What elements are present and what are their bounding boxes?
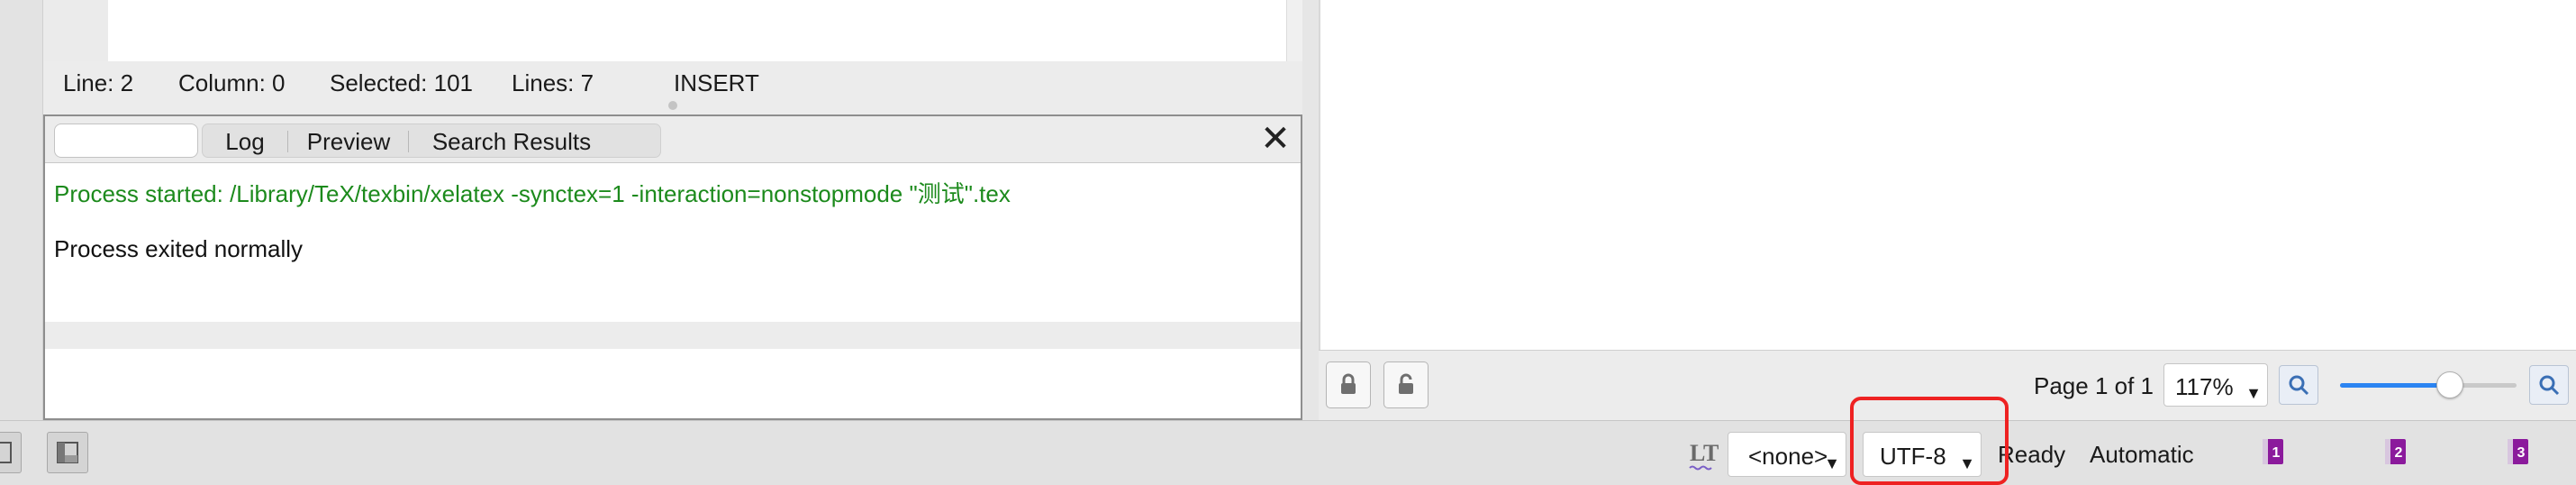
log-process-started: Process started: /Library/TeX/texbin/xel… bbox=[54, 180, 1011, 207]
pdf-preview-area[interactable] bbox=[1319, 0, 2576, 350]
preview-toolbar: Page 1 of 1 117% ▼ bbox=[1319, 350, 2576, 420]
zoom-in-icon bbox=[2539, 375, 2560, 396]
tab-separator bbox=[287, 131, 288, 152]
close-icon[interactable]: ✕ bbox=[1259, 121, 1292, 157]
language-select[interactable]: <none> ▼ bbox=[1728, 432, 1846, 477]
unlock-icon bbox=[1399, 373, 1413, 394]
tab-separator bbox=[408, 131, 409, 152]
bookmark-1-icon[interactable]: 1 bbox=[2261, 437, 2290, 468]
selected-indicator: Selected: 101 bbox=[330, 69, 474, 96]
tab-log[interactable]: Log bbox=[203, 124, 287, 159]
toggle-structure-button[interactable] bbox=[0, 432, 22, 473]
zoom-select[interactable]: 117% ▼ bbox=[2163, 363, 2268, 407]
bookmark-3-icon[interactable]: 3 bbox=[2506, 437, 2535, 468]
zoom-out-button[interactable] bbox=[2279, 365, 2318, 405]
line-number-gutter bbox=[43, 0, 108, 61]
encoding-value: UTF-8 bbox=[1880, 443, 1946, 470]
zoom-in-button[interactable] bbox=[2529, 365, 2569, 405]
line-indicator: Line: 2 bbox=[63, 69, 134, 96]
messages-tab-group: Log Preview Search Results bbox=[202, 124, 661, 158]
splitter-handle[interactable] bbox=[668, 101, 677, 110]
zoom-slider-fill bbox=[2340, 383, 2450, 388]
status-ready: Ready bbox=[1998, 441, 2066, 468]
page-indicator: Page 1 of 1 bbox=[2034, 372, 2154, 399]
pane-divider[interactable] bbox=[1302, 0, 1319, 420]
zoom-slider[interactable] bbox=[2340, 371, 2517, 398]
editor-scrollbar[interactable] bbox=[1286, 0, 1302, 61]
chevron-down-icon: ▼ bbox=[1959, 454, 1975, 472]
chevron-down-icon: ▼ bbox=[2245, 384, 2262, 402]
panel-icon bbox=[0, 442, 12, 463]
svg-text:LT: LT bbox=[1690, 440, 1719, 466]
encoding-select[interactable]: UTF-8 ▼ bbox=[1863, 432, 1982, 477]
log-horizontal-scrollbar[interactable] bbox=[45, 322, 1301, 349]
sync-lock-button[interactable] bbox=[1326, 361, 1371, 408]
insert-mode-indicator[interactable]: INSERT bbox=[674, 69, 759, 97]
log-process-exited: Process exited normally bbox=[54, 235, 303, 262]
editor-text-area[interactable] bbox=[108, 0, 1302, 61]
zoom-value: 117% bbox=[2175, 373, 2234, 400]
messages-tab-bar: Log Preview Search Results ✕ bbox=[45, 116, 1301, 163]
svg-text:1: 1 bbox=[2272, 445, 2281, 461]
zoom-out-icon bbox=[2289, 375, 2309, 396]
chevron-down-icon: ▼ bbox=[1824, 454, 1840, 472]
toggle-messages-button[interactable] bbox=[47, 432, 88, 473]
lock-icon bbox=[1341, 373, 1356, 394]
column-indicator: Column: 0 bbox=[178, 69, 286, 96]
bottom-status-bar: LT <none> ▼ UTF-8 ▼ Ready Automatic 1 2 … bbox=[0, 420, 2576, 485]
editor[interactable] bbox=[43, 0, 1302, 61]
tab-preview[interactable]: Preview bbox=[289, 124, 408, 159]
messages-panel: Log Preview Search Results ✕ Process sta… bbox=[43, 114, 1302, 420]
zoom-slider-knob[interactable] bbox=[2436, 371, 2463, 398]
messages-search-input[interactable] bbox=[54, 124, 198, 158]
panel-icon bbox=[57, 442, 78, 463]
svg-text:2: 2 bbox=[2395, 445, 2403, 461]
sync-unlock-button[interactable] bbox=[1383, 361, 1429, 408]
svg-text:3: 3 bbox=[2517, 445, 2526, 461]
language-value: <none> bbox=[1748, 443, 1828, 470]
lines-indicator: Lines: 7 bbox=[512, 69, 594, 96]
left-scroll-strip bbox=[0, 0, 43, 420]
tab-search-results[interactable]: Search Results bbox=[410, 124, 613, 159]
compile-mode[interactable]: Automatic bbox=[2090, 441, 2194, 469]
languagetool-icon[interactable]: LT bbox=[1686, 437, 1722, 473]
bookmark-2-icon[interactable]: 2 bbox=[2383, 437, 2412, 468]
